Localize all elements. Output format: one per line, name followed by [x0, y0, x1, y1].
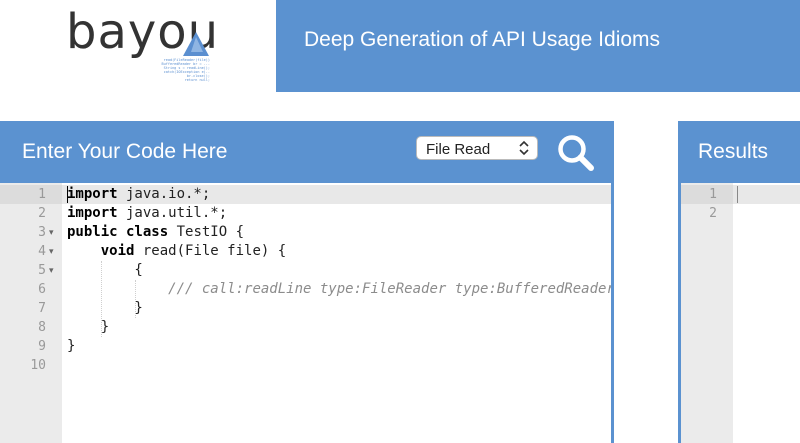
code-text: public class TestIO { [67, 224, 245, 240]
results-line-number: 2 [709, 206, 717, 221]
code-line[interactable]: 10 [0, 356, 611, 375]
bayou-page: bayou read(FileReader(file)) BufferedRea… [0, 0, 800, 443]
code-text: } [67, 300, 143, 316]
code-editor[interactable]: 1 import java.io.*; 2 import java.util.*… [0, 183, 614, 443]
page-title: Deep Generation of API Usage Idioms [304, 28, 661, 51]
line-number: 1 [38, 187, 46, 202]
code-line[interactable]: 2 import java.util.*; [0, 204, 611, 223]
code-line[interactable]: 7 } [0, 299, 611, 318]
code-text: import java.util.*; [67, 205, 228, 221]
code-text: /// call:readLine type:FileReader type:B… [168, 281, 614, 297]
results-line-number: 1 [709, 187, 717, 202]
code-line[interactable]: 9 } [0, 337, 611, 356]
line-number: 6 [38, 282, 46, 297]
search-icon[interactable] [556, 133, 596, 173]
results-title: Results [698, 140, 769, 163]
code-line[interactable]: 1 import java.io.*; [0, 185, 611, 204]
results-header: Results [678, 121, 800, 183]
line-number: 8 [38, 320, 46, 335]
fold-arrow-icon[interactable]: ▾ [49, 242, 59, 261]
editor-header: Enter Your Code Here File Read [0, 121, 614, 183]
code-text: } [67, 319, 110, 335]
line-number: 3 [38, 225, 46, 240]
logo-code-snippet: read(FileReader(file)) BufferedReader br… [161, 58, 210, 82]
results-cursor [737, 186, 738, 203]
fold-arrow-icon[interactable]: ▾ [49, 223, 59, 242]
code-text: { [67, 262, 143, 278]
line-number: 4 [38, 244, 46, 259]
line-number: 9 [38, 339, 46, 354]
text-cursor [67, 186, 68, 203]
code-line[interactable]: 6 /// call:readLine type:FileReader type… [0, 280, 611, 299]
code-line[interactable]: 3 ▾ public class TestIO { [0, 223, 611, 242]
code-line[interactable]: 8 } [0, 318, 611, 337]
code-text: import java.io.*; [67, 186, 211, 202]
select-arrows-icon [519, 140, 529, 156]
editor-title: Enter Your Code Here [22, 140, 228, 163]
logo-area: bayou read(FileReader(file)) BufferedRea… [0, 0, 276, 92]
code-text: void read(File file) { [100, 243, 287, 259]
example-select[interactable]: File Read [416, 136, 538, 160]
line-number: 10 [30, 358, 46, 373]
example-select-value: File Read [426, 141, 491, 158]
panel-gap [617, 121, 675, 443]
code-line[interactable]: 4 ▾ void read(File file) { [0, 242, 611, 261]
logo-triangle-icon [183, 32, 209, 56]
header-bar: Deep Generation of API Usage Idioms [276, 0, 800, 92]
results-editor[interactable]: 1 2 [678, 183, 800, 443]
code-line[interactable]: 5 ▾ { [0, 261, 611, 280]
line-number: 5 [38, 263, 46, 278]
line-number: 2 [38, 206, 46, 221]
code-text: } [67, 338, 76, 354]
line-number: 7 [38, 301, 46, 316]
fold-arrow-icon[interactable]: ▾ [49, 261, 59, 280]
